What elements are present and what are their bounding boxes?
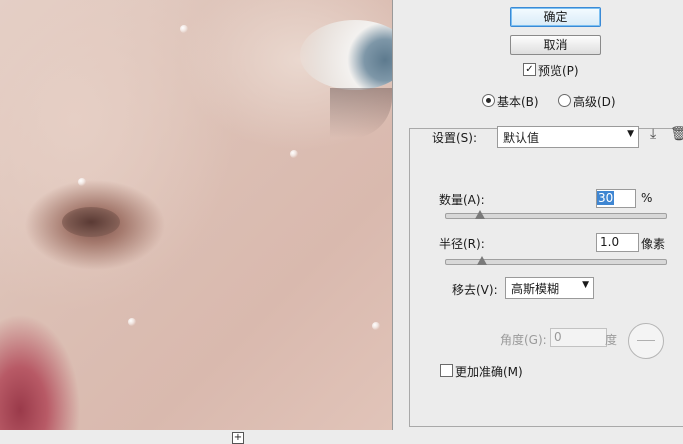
remove-select-value: 高斯模糊 — [511, 282, 560, 296]
basic-mode-label: 基本(B) — [497, 95, 539, 109]
cancel-button[interactable]: 取消 — [510, 35, 601, 55]
droplet — [290, 150, 298, 158]
nostril-region — [62, 207, 120, 237]
radius-input[interactable]: 1.0 — [596, 233, 639, 252]
amount-label: 数量(A): — [439, 193, 485, 207]
amount-slider-thumb[interactable] — [475, 210, 485, 219]
preview-image[interactable] — [0, 0, 393, 430]
radius-slider-thumb[interactable] — [477, 256, 487, 265]
droplet — [372, 322, 380, 330]
advanced-mode-label: 高级(D) — [573, 95, 616, 109]
radius-unit: 像素 — [641, 237, 666, 251]
plus-icon[interactable]: + — [232, 432, 244, 444]
eyelash-region — [330, 88, 392, 138]
basic-mode-radio[interactable] — [482, 94, 495, 107]
amount-input[interactable]: 30 — [596, 189, 636, 208]
settings-label: 设置(S): — [432, 131, 478, 145]
eye-region — [300, 20, 392, 90]
droplet — [180, 25, 188, 33]
settings-select[interactable]: 默认值 ▼ — [497, 126, 639, 148]
more-accurate-label: 更加准确(M) — [455, 365, 523, 379]
amount-unit: % — [641, 191, 653, 205]
angle-unit: 度 — [605, 333, 618, 347]
chevron-down-icon: ▼ — [627, 129, 634, 139]
trash-icon[interactable]: 🗑 — [670, 126, 683, 142]
droplet — [78, 178, 86, 186]
amount-value: 30 — [597, 191, 615, 205]
save-preset-icon[interactable]: ⤓ — [650, 126, 656, 142]
angle-label: 角度(G): — [500, 333, 547, 347]
advanced-mode-radio[interactable] — [558, 94, 571, 107]
remove-label: 移去(V): — [452, 283, 498, 297]
preview-checkbox[interactable]: ✓ — [523, 63, 536, 76]
angle-dial[interactable] — [628, 323, 664, 359]
ok-button[interactable]: 确定 — [510, 7, 601, 27]
settings-select-value: 默认值 — [503, 131, 540, 145]
preview-zoom-bar — [0, 430, 392, 444]
preview-label: 预览(P) — [538, 64, 579, 78]
more-accurate-checkbox[interactable] — [440, 364, 453, 377]
remove-select[interactable]: 高斯模糊 ▼ — [505, 277, 594, 299]
angle-input[interactable]: 0 — [550, 328, 607, 347]
radius-label: 半径(R): — [439, 237, 485, 251]
droplet — [128, 318, 136, 326]
chevron-down-icon: ▼ — [582, 280, 589, 290]
